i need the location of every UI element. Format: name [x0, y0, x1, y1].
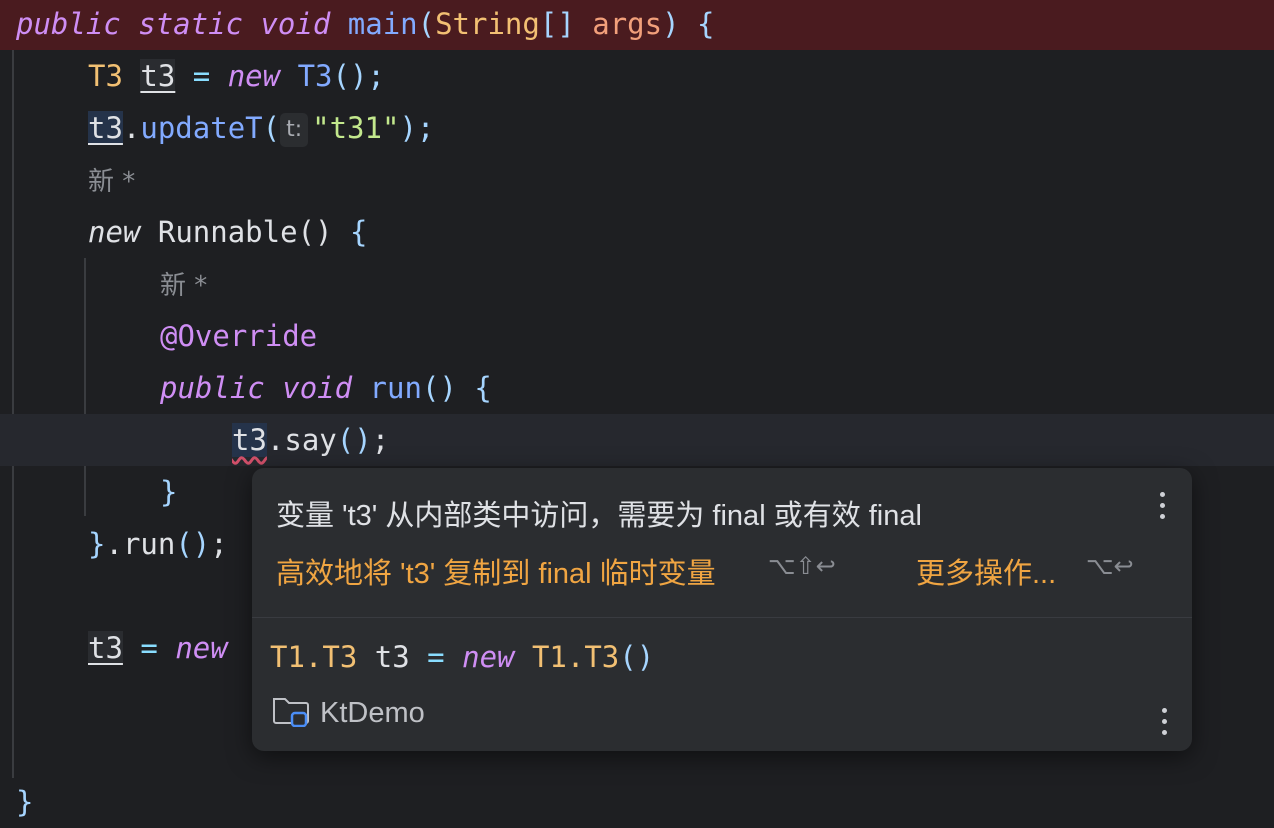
paren: ); [399, 111, 435, 145]
dot: . [122, 111, 141, 145]
more-vertical-icon[interactable] [1159, 708, 1169, 735]
brace: } [160, 475, 178, 509]
parameter-name: args [592, 7, 663, 41]
dot: . [105, 527, 123, 561]
method-name: run [369, 371, 422, 405]
semicolon: ; [371, 423, 390, 457]
module-folder-icon [272, 693, 310, 734]
type-name: T1.T3 [270, 640, 358, 674]
operator: = [427, 640, 445, 674]
type-name: T3 [88, 59, 123, 93]
paren: () [175, 527, 211, 561]
quick-fix-action[interactable]: 高效地将 't3' 复制到 final 临时变量 [276, 550, 716, 592]
semicolon: ; [210, 527, 228, 561]
more-actions-shortcut: ⌥↩ [1086, 552, 1134, 580]
variable-t3[interactable]: t3 [140, 59, 176, 93]
brace: { [474, 371, 492, 405]
variable-t3-error[interactable]: t3 [232, 423, 267, 457]
keyword: new [462, 640, 515, 674]
paren: () [297, 215, 333, 249]
dot: . [266, 423, 285, 457]
paren: () [421, 371, 457, 405]
brace: } [88, 527, 106, 561]
keyword: void [282, 371, 353, 405]
variable-t3: t3 [374, 640, 410, 674]
operator: = [140, 631, 158, 665]
code-line-anonymous-class[interactable]: new Runnable() { [0, 206, 1274, 258]
paren: ( [417, 7, 436, 41]
code-line-update-call[interactable]: t3.updateT(t: "t31"); [0, 102, 1274, 154]
keyword: public [160, 371, 265, 405]
brackets: [] [539, 7, 575, 41]
paren: ( [262, 111, 281, 145]
type-name: String [435, 7, 540, 41]
divider [252, 617, 1192, 618]
constructor-name: T3 [297, 59, 333, 93]
method-name: main [347, 7, 418, 41]
parameter-hint: t: [280, 113, 309, 147]
brace: { [697, 7, 715, 41]
call-parens: () [619, 640, 655, 674]
code-line-run-signature[interactable]: public void run() { [0, 362, 1274, 414]
code-vision-hint[interactable]: 新 * [0, 258, 1274, 310]
keyword: public [16, 7, 121, 41]
code-line-say-call[interactable]: t3.say(); [0, 414, 1274, 466]
method-name: say [284, 423, 337, 457]
brace: { [349, 215, 368, 249]
type-name: Runnable [157, 215, 298, 249]
quick-fix-shortcut: ⌥⇧↩ [768, 552, 836, 580]
declaration-preview: T1.T3 t3 = new T1.T3() [270, 640, 654, 674]
keyword: new [175, 631, 228, 665]
code-line-declaration[interactable]: T3 t3 = new T3(); [0, 50, 1274, 102]
error-message: 变量 't3' 从内部类中访问，需要为 final 或有效 final [276, 500, 922, 532]
code-line-annotation[interactable]: @Override [0, 310, 1274, 362]
keyword: new [88, 215, 141, 249]
more-vertical-icon[interactable] [1157, 492, 1167, 519]
code-line-close-main[interactable]: } [0, 776, 1274, 828]
brace: } [16, 785, 34, 819]
keyword: void [260, 7, 331, 41]
paren: ) [662, 7, 680, 41]
code-line-main-signature[interactable]: public static void main(String[] args) { [0, 0, 1274, 50]
paren: () [336, 423, 372, 457]
method-name: run [122, 527, 176, 561]
variable-t3[interactable]: t3 [88, 111, 123, 145]
module-name: KtDemo [320, 697, 425, 729]
type-name: T1.T3 [531, 640, 620, 674]
keyword: static [138, 7, 243, 41]
more-actions-link[interactable]: 更多操作... [916, 550, 1056, 592]
annotation: @Override [160, 319, 318, 353]
method-name: updateT [140, 111, 263, 145]
author-hint[interactable]: 新 * [160, 271, 207, 301]
string-literal: "t31" [312, 111, 400, 145]
code-vision-hint[interactable]: 新 * [0, 154, 1274, 206]
variable-t3[interactable]: t3 [88, 631, 123, 665]
operator: = [192, 59, 211, 93]
keyword: new [227, 59, 281, 93]
author-hint[interactable]: 新 * [88, 167, 135, 197]
module-info[interactable]: KtDemo [272, 693, 425, 734]
call-parens: (); [332, 59, 385, 93]
error-tooltip-popup[interactable]: 变量 't3' 从内部类中访问，需要为 final 或有效 final 高效地将… [252, 468, 1192, 751]
